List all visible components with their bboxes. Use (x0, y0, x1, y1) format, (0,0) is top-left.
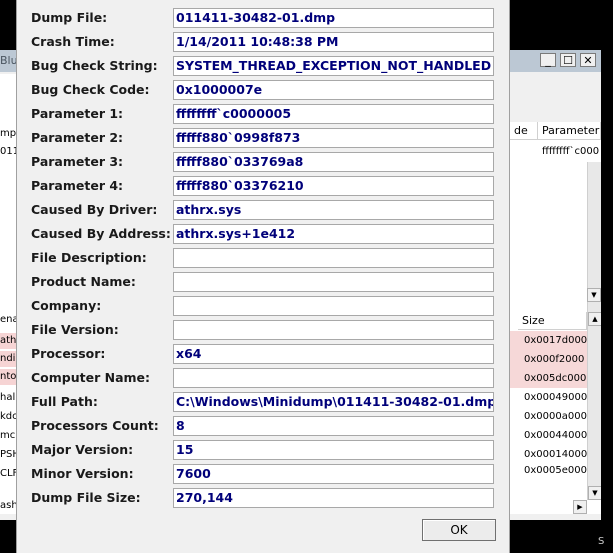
label-company: Company: (31, 298, 102, 313)
label-major-version: Major Version: (31, 442, 134, 457)
size-cell[interactable]: 0x0005e000 (510, 464, 590, 478)
label-processor: Processor: (31, 346, 106, 361)
field-file-description[interactable] (173, 248, 494, 268)
label-parameter-4: Parameter 4: (31, 178, 124, 193)
size-cell[interactable]: 0x0017d000 (510, 331, 590, 350)
ok-button[interactable]: OK (422, 519, 496, 541)
label-full-path: Full Path: (31, 394, 98, 409)
lower-grid: Size 0x0017d000 0x000f2000 0x005dc000 0x… (510, 312, 601, 514)
dump-properties-dialog: Dump File: 011411-30482-01.dmp Crash Tim… (16, 0, 510, 553)
field-major-version[interactable]: 15 (173, 440, 494, 460)
field-parameter-4[interactable]: fffff880`03376210 (173, 176, 494, 196)
label-minor-version: Minor Version: (31, 466, 134, 481)
field-parameter-2[interactable]: fffff880`0998f873 (173, 128, 494, 148)
upper-grid: de Parameter ffffffff`c000 (510, 122, 601, 312)
field-file-version[interactable] (173, 320, 494, 340)
label-product-name: Product Name: (31, 274, 136, 289)
field-parameter-3[interactable]: fffff880`033769a8 (173, 152, 494, 172)
field-caused-by-address[interactable]: athrx.sys+1e412 (173, 224, 494, 244)
scroll-up-icon[interactable]: ▲ (588, 312, 601, 326)
field-processor[interactable]: x64 (173, 344, 494, 364)
label-dump-file: Dump File: (31, 10, 108, 25)
field-minor-version[interactable]: 7600 (173, 464, 494, 484)
label-dump-file-size: Dump File Size: (31, 490, 141, 505)
size-cell[interactable]: 0x005dc000 (510, 369, 590, 388)
field-dump-file[interactable]: 011411-30482-01.dmp (173, 8, 494, 28)
label-parameter-3: Parameter 3: (31, 154, 124, 169)
field-bug-check-string[interactable]: SYSTEM_THREAD_EXCEPTION_NOT_HANDLED (173, 56, 494, 76)
bottom-right-text: S (598, 536, 605, 547)
field-processors-count[interactable]: 8 (173, 416, 494, 436)
size-cell[interactable]: 0x0000a000 (510, 407, 590, 426)
label-bug-check-code: Bug Check Code: (31, 82, 150, 97)
label-file-version: File Version: (31, 322, 119, 337)
label-computer-name: Computer Name: (31, 370, 151, 385)
label-file-description: File Description: (31, 250, 147, 265)
background-right-panel: de Parameter ffffffff`c000 ▼ Size 0x0017… (510, 74, 601, 520)
field-bug-check-code[interactable]: 0x1000007e (173, 80, 494, 100)
label-caused-by-driver: Caused By Driver: (31, 202, 158, 217)
column-header-parameter[interactable]: Parameter (538, 122, 601, 140)
scroll-right-icon[interactable]: ▶ (573, 500, 587, 514)
label-bug-check-string: Bug Check String: (31, 58, 158, 73)
label-processors-count: Processors Count: (31, 418, 159, 433)
upper-grid-value[interactable]: ffffffff`c000 (510, 142, 601, 161)
size-cell[interactable]: 0x00014000 (510, 445, 590, 464)
field-computer-name[interactable] (173, 368, 494, 388)
minimize-icon[interactable]: _ (540, 53, 556, 67)
label-caused-by-address: Caused By Address: (31, 226, 171, 241)
field-company[interactable] (173, 296, 494, 316)
scroll-down-icon[interactable]: ▼ (587, 288, 601, 302)
label-crash-time: Crash Time: (31, 34, 115, 49)
size-cell[interactable]: 0x000f2000 (510, 350, 590, 369)
size-cell[interactable]: 0x00044000 (510, 426, 590, 445)
close-icon[interactable]: ✕ (580, 53, 596, 67)
size-cell[interactable]: 0x00049000 (510, 388, 590, 407)
lower-grid-scrollbar[interactable]: ▲ ▼ (587, 312, 601, 500)
field-full-path[interactable]: C:\Windows\Minidump\011411-30482-01.dmp (173, 392, 494, 412)
field-parameter-1[interactable]: ffffffff`c0000005 (173, 104, 494, 124)
field-crash-time[interactable]: 1/14/2011 10:48:38 PM (173, 32, 494, 52)
field-dump-file-size[interactable]: 270,144 (173, 488, 494, 508)
label-parameter-2: Parameter 2: (31, 130, 124, 145)
column-header-size[interactable]: Size (518, 312, 587, 330)
field-product-name[interactable] (173, 272, 494, 292)
label-parameter-1: Parameter 1: (31, 106, 124, 121)
maximize-icon[interactable]: ☐ (560, 53, 576, 67)
field-caused-by-driver[interactable]: athrx.sys (173, 200, 494, 220)
column-header[interactable]: de (510, 122, 538, 140)
background-title-text: Blu (0, 54, 18, 67)
scroll-down-icon[interactable]: ▼ (588, 486, 601, 500)
